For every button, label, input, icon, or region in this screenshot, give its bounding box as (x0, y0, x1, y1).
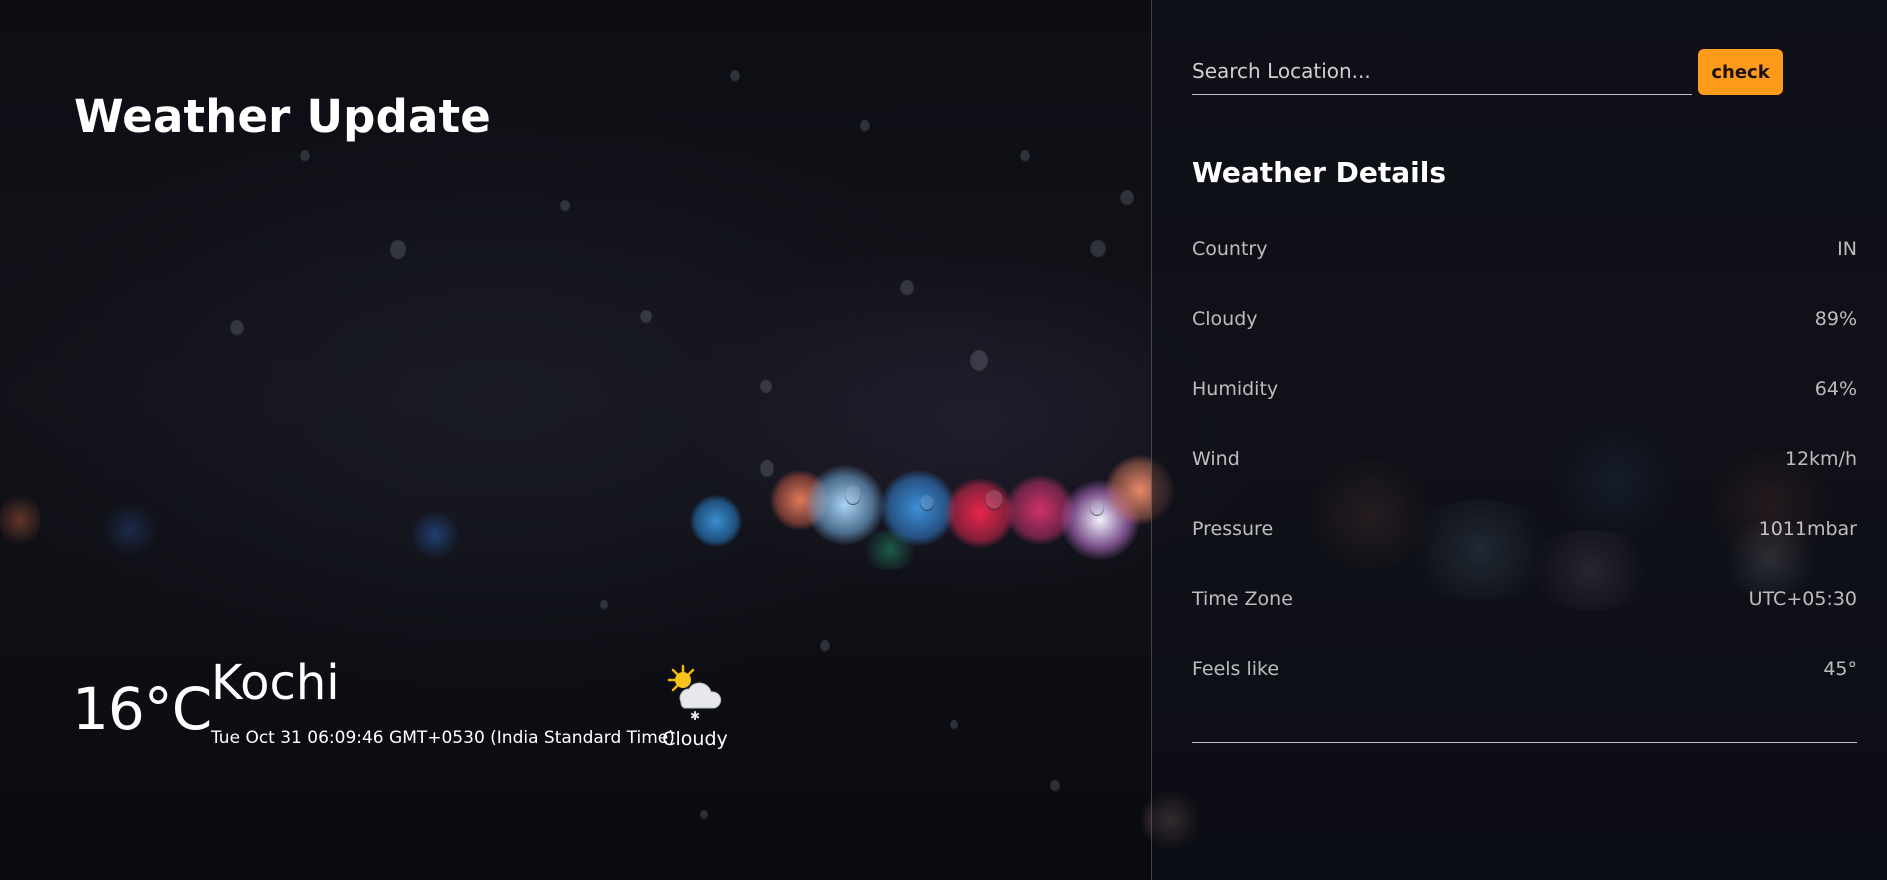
detail-value: 12km/h (1784, 448, 1857, 470)
rain-drop (985, 490, 1003, 510)
bokeh-light (100, 505, 160, 555)
rain-drop (970, 350, 988, 372)
detail-label: Cloudy (1192, 308, 1258, 330)
detail-value: IN (1837, 238, 1857, 260)
detail-label: Country (1192, 238, 1268, 260)
city-name: Kochi (211, 655, 340, 711)
rain-drop (700, 810, 708, 820)
search-bar: check (1192, 48, 1852, 98)
current-temperature: 16°C (72, 675, 212, 743)
rain-drop (600, 600, 608, 610)
rain-drop (820, 640, 830, 652)
rain-drop (640, 310, 652, 324)
details-list: Country IN Cloudy 89% Humidity 64% Wind … (1192, 228, 1857, 718)
rain-drop (1090, 240, 1106, 258)
rain-drop (760, 380, 772, 394)
detail-value: UTC+05:30 (1748, 588, 1857, 610)
details-panel: check Weather Details Country IN Cloudy … (1151, 0, 1887, 880)
details-title: Weather Details (1192, 156, 1447, 189)
rain-drop (1090, 500, 1104, 516)
bokeh-light (690, 495, 742, 547)
detail-row-pressure: Pressure 1011mbar (1192, 508, 1857, 578)
detail-row-country: Country IN (1192, 228, 1857, 298)
rain-drop (300, 150, 310, 162)
detail-row-humidity: Humidity 64% (1192, 368, 1857, 438)
rain-drop (1050, 780, 1060, 792)
detail-row-time-zone: Time Zone UTC+05:30 (1192, 578, 1857, 648)
app-title: Weather Update (74, 90, 492, 143)
details-divider (1192, 742, 1857, 743)
search-input[interactable] (1192, 48, 1692, 95)
detail-label: Humidity (1192, 378, 1279, 400)
rain-drop (1120, 190, 1134, 206)
condition: ✱ Cloudy (655, 662, 735, 750)
detail-value: 1011mbar (1758, 518, 1857, 540)
rain-drop (760, 460, 774, 478)
detail-row-cloudy: Cloudy 89% (1192, 298, 1857, 368)
bokeh-light (860, 530, 920, 570)
rain-drop (845, 485, 861, 505)
bokeh-light (0, 490, 40, 550)
current-datetime: Tue Oct 31 06:09:46 GMT+0530 (India Stan… (211, 728, 675, 748)
rain-drop (560, 200, 570, 212)
detail-label: Feels like (1192, 658, 1280, 680)
bokeh-light (410, 510, 460, 560)
rain-drop (900, 280, 914, 296)
rain-drop (390, 240, 406, 260)
detail-value: 89% (1814, 308, 1857, 330)
detail-label: Pressure (1192, 518, 1274, 540)
detail-value: 64% (1814, 378, 1857, 400)
rain-drop (1020, 150, 1030, 162)
rain-drop (730, 70, 740, 82)
rain-drop (920, 495, 934, 511)
detail-label: Time Zone (1192, 588, 1293, 610)
partly-cloudy-snow-icon: ✱ (667, 664, 722, 723)
detail-label: Wind (1192, 448, 1240, 470)
detail-row-wind: Wind 12km/h (1192, 438, 1857, 508)
condition-label: Cloudy (662, 728, 728, 750)
svg-text:✱: ✱ (690, 709, 700, 723)
check-button[interactable]: check (1698, 49, 1783, 95)
rain-drop (230, 320, 244, 336)
rain-drop (950, 720, 958, 730)
detail-value: 45° (1823, 658, 1857, 680)
weather-app: Weather Update 16°C Kochi Tue Oct 31 06:… (0, 0, 1887, 880)
detail-row-feels-like: Feels like 45° (1192, 648, 1857, 718)
rain-drop (860, 120, 870, 132)
